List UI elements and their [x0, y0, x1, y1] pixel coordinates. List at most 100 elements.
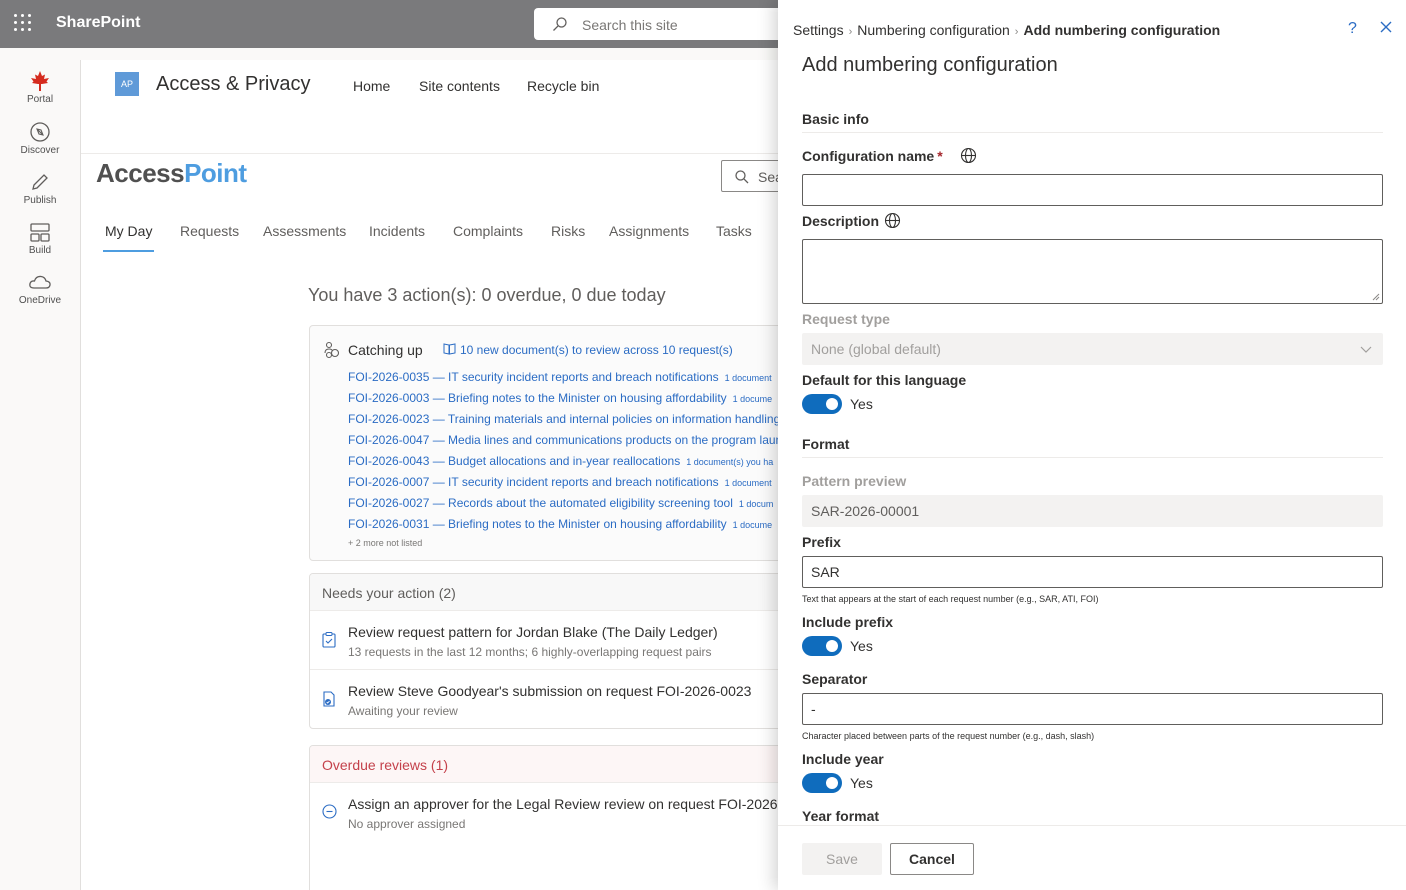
- appbar-item-build[interactable]: Build: [0, 221, 80, 256]
- tab-incidents[interactable]: Incidents: [369, 223, 425, 239]
- appbar-item-onedrive[interactable]: OneDrive: [0, 271, 80, 306]
- catching-up-card: Catching up 10 new document(s) to review…: [309, 325, 789, 561]
- chevron-right-icon: ›: [1014, 26, 1019, 38]
- overdue-header: Overdue reviews (1): [310, 746, 788, 783]
- tab-my-day[interactable]: My Day: [105, 223, 152, 239]
- tab-assessments[interactable]: Assessments: [263, 223, 346, 239]
- prefix-label: Prefix: [802, 534, 841, 550]
- divider: [310, 669, 788, 670]
- review-documents-link[interactable]: 10 new document(s) to review across 10 r…: [460, 343, 733, 357]
- foi-link[interactable]: FOI-2026-0043 — Budget allocations and i…: [348, 454, 773, 468]
- appbar-item-publish[interactable]: Publish: [0, 171, 80, 206]
- nav-home[interactable]: Home: [353, 78, 390, 94]
- active-tab-indicator: [103, 250, 154, 252]
- breadcrumb-current: Add numbering configuration: [1023, 22, 1221, 38]
- site-page: AP Access & Privacy Home Site contents R…: [80, 60, 811, 890]
- appbar-item-portal[interactable]: Portal: [0, 70, 80, 105]
- resize-grip-icon[interactable]: [1372, 293, 1380, 301]
- foi-link[interactable]: FOI-2026-0047 — Media lines and communic…: [348, 433, 788, 447]
- foi-link[interactable]: FOI-2026-0007 — IT security incident rep…: [348, 475, 772, 489]
- site-title[interactable]: Access & Privacy: [156, 73, 310, 96]
- action-summary: You have 3 action(s): 0 overdue, 0 due t…: [308, 285, 666, 305]
- book-icon: [443, 343, 456, 355]
- foi-link[interactable]: FOI-2026-0035 — IT security incident rep…: [348, 370, 772, 384]
- action-item-subtitle: Awaiting your review: [348, 704, 458, 718]
- close-icon[interactable]: [1379, 20, 1393, 34]
- minus-circle-icon: [322, 804, 337, 819]
- breadcrumb: Settings › Numbering configuration › Add num…: [793, 22, 1220, 38]
- search-icon: [735, 170, 749, 184]
- overdue-reviews-card: Overdue reviews (1) Assign an approver f…: [309, 745, 789, 890]
- chevron-down-icon: [1360, 346, 1372, 353]
- separator-input[interactable]: -: [802, 693, 1383, 725]
- pen-icon: [32, 174, 48, 190]
- clipboard-icon: [322, 632, 336, 648]
- overdue-item-subtitle: No approver assigned: [348, 817, 466, 831]
- default-language-toggle[interactable]: [802, 394, 842, 414]
- breadcrumb-numbering-configuration[interactable]: Numbering configuration: [857, 22, 1010, 38]
- include-year-toggle-label: Yes: [850, 775, 873, 791]
- foi-link[interactable]: FOI-2026-0003 — Briefing notes to the Mi…: [348, 391, 772, 405]
- foi-link[interactable]: FOI-2026-0023 — Training materials and i…: [348, 412, 786, 426]
- app-launcher-icon[interactable]: [14, 14, 34, 34]
- divider: [81, 153, 801, 154]
- default-language-toggle-label: Yes: [850, 396, 873, 412]
- appbar-label: Discover: [20, 145, 60, 156]
- tab-requests[interactable]: Requests: [180, 223, 239, 239]
- separator-label: Separator: [802, 671, 868, 687]
- appbar-item-discover[interactable]: Discover: [0, 121, 80, 156]
- appbar-label: OneDrive: [18, 295, 62, 306]
- prefix-input[interactable]: SAR: [802, 556, 1383, 588]
- tab-tasks[interactable]: Tasks: [716, 223, 752, 239]
- help-icon[interactable]: ?: [1348, 20, 1357, 38]
- app-name[interactable]: SharePoint: [56, 14, 140, 32]
- overdue-title: Overdue reviews (1): [322, 757, 449, 773]
- needs-action-card: Needs your action (2) Review request pat…: [309, 573, 789, 729]
- divider: [802, 132, 1383, 133]
- search-icon: [553, 17, 567, 31]
- site-logo[interactable]: AP: [115, 72, 139, 96]
- appbar-label: Build: [28, 245, 52, 256]
- panel-footer: Save Cancel: [778, 825, 1406, 890]
- nav-site-contents[interactable]: Site contents: [419, 78, 500, 94]
- tab-assignments[interactable]: Assignments: [609, 223, 689, 239]
- maple-leaf-icon: [31, 71, 49, 91]
- action-item-subtitle: 13 requests in the last 12 months; 6 hig…: [348, 645, 712, 659]
- app-bar: Portal Discover Publish Build OneDrive: [0, 48, 80, 890]
- include-prefix-label: Include prefix: [802, 614, 894, 630]
- chevron-right-icon: ›: [848, 26, 853, 38]
- include-prefix-toggle[interactable]: [802, 636, 842, 656]
- prefix-hint: Text that appears at the start of each r…: [802, 594, 1099, 604]
- include-year-label: Include year: [802, 751, 884, 767]
- tab-complaints[interactable]: Complaints: [453, 223, 523, 239]
- suite-search-placeholder: Search this site: [582, 17, 678, 33]
- overdue-item-title[interactable]: Assign an approver for the Legal Review …: [348, 796, 778, 812]
- config-name-input[interactable]: [802, 174, 1383, 206]
- default-language-label: Default for this language: [802, 372, 967, 388]
- include-year-toggle[interactable]: [802, 773, 842, 793]
- pattern-preview-label: Pattern preview: [802, 473, 907, 489]
- basic-info-heading: Basic info: [802, 111, 869, 127]
- compass-icon: [30, 122, 50, 142]
- more-not-listed: + 2 more not listed: [348, 538, 423, 548]
- globe-icon[interactable]: [884, 212, 901, 229]
- year-format-label: Year format: [802, 808, 880, 824]
- request-type-label: Request type: [802, 311, 890, 327]
- nav-recycle-bin[interactable]: Recycle bin: [527, 78, 599, 94]
- cancel-button[interactable]: Cancel: [890, 843, 974, 875]
- globe-icon[interactable]: [960, 147, 977, 164]
- foi-link[interactable]: FOI-2026-0031 — Briefing notes to the Mi…: [348, 517, 772, 531]
- breadcrumb-settings[interactable]: Settings: [793, 22, 844, 38]
- description-textarea[interactable]: [802, 239, 1383, 304]
- separator-hint: Character placed between parts of the re…: [802, 731, 1095, 741]
- action-item-title[interactable]: Review Steve Goodyear's submission on re…: [348, 683, 751, 699]
- tab-risks[interactable]: Risks: [551, 223, 585, 239]
- accesspoint-logo: AccessPoint: [96, 158, 247, 188]
- action-item-title[interactable]: Review request pattern for Jordan Blake …: [348, 624, 718, 640]
- layout-icon: [30, 223, 50, 242]
- required-marker: *: [937, 148, 943, 164]
- request-type-dropdown: None (global default): [802, 333, 1383, 365]
- catching-up-title: Catching up: [348, 342, 423, 358]
- foi-link[interactable]: FOI-2026-0027 — Records about the automa…: [348, 496, 773, 510]
- save-button[interactable]: Save: [802, 843, 882, 875]
